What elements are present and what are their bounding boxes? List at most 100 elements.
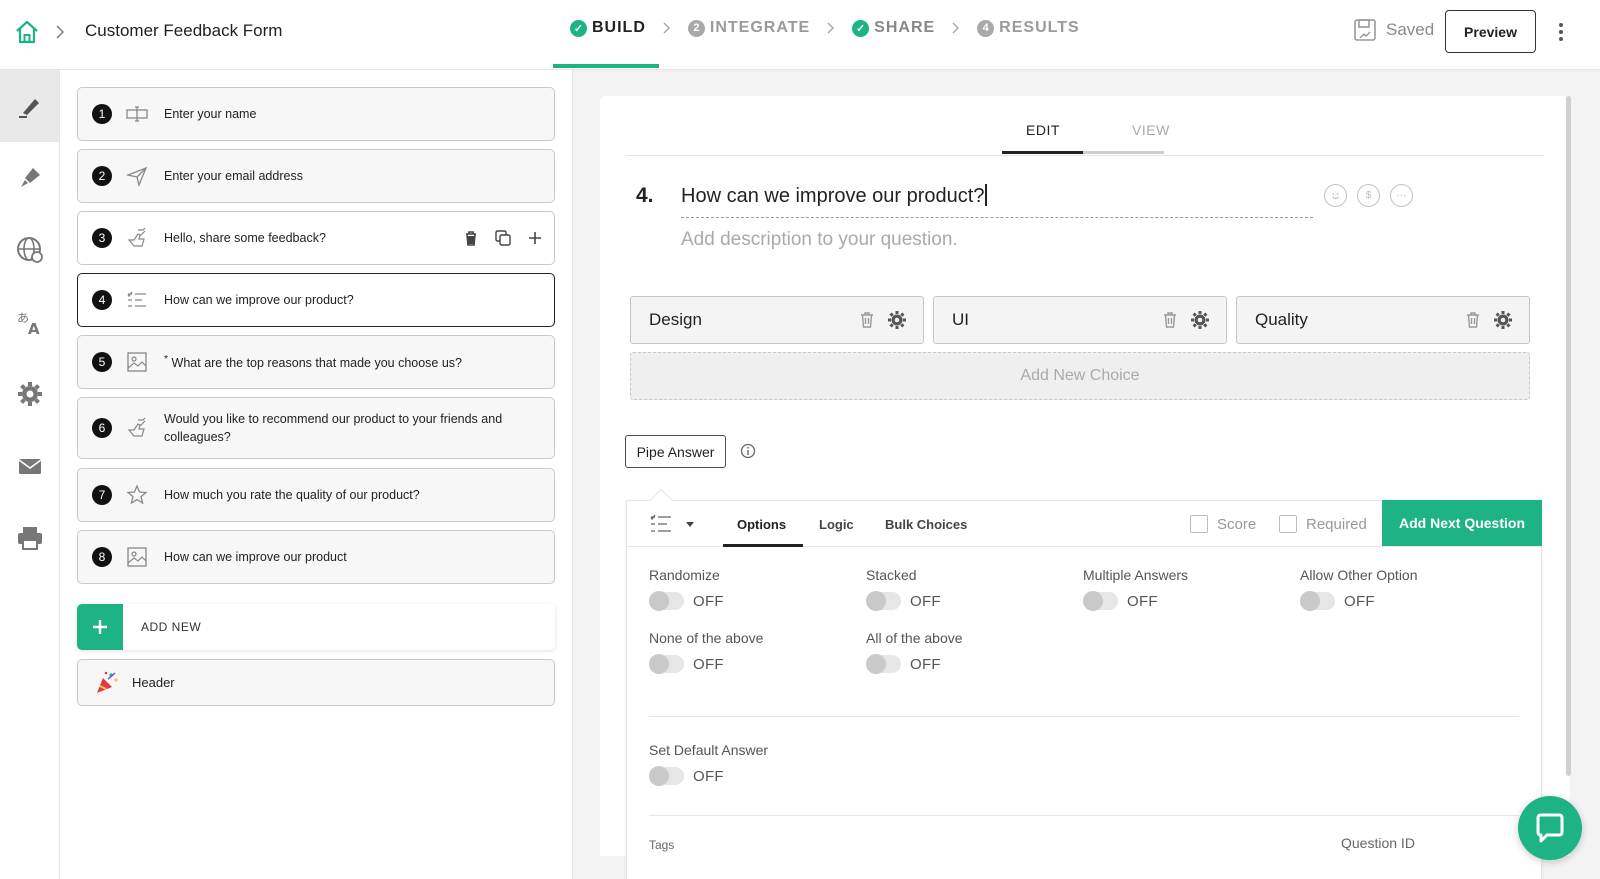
toggle-state: OFF [693,592,724,610]
more-horizontal-icon[interactable]: ··· [1390,184,1413,207]
option-label: None of the above [649,630,764,646]
check-icon: ✓ [852,19,870,37]
question-item-6[interactable]: 6 Would you like to recommend our produc… [77,397,555,459]
top-bar: Customer Feedback Form ✓ BUILD 2 INTEGRA… [0,0,1600,70]
choice-item[interactable]: UI [933,296,1227,344]
toggle-switch[interactable] [649,591,684,611]
question-number-label: 4. [636,184,654,207]
form-title[interactable]: Customer Feedback Form [85,21,282,41]
preview-button[interactable]: Preview [1445,10,1536,53]
option-stacked: Stacked OFF [866,567,941,611]
question-type-picker[interactable] [649,513,695,535]
rail-build[interactable] [0,70,59,142]
toggle-state: OFF [693,767,724,785]
rail-language[interactable] [0,214,59,286]
pipe-answer-button[interactable]: Pipe Answer [625,435,726,468]
add-next-question-button[interactable]: Add Next Question [1382,500,1542,546]
active-step-underline [553,64,659,68]
question-item-5[interactable]: 5 * What are the top reasons that made y… [77,335,555,389]
trash-icon[interactable] [1465,311,1481,329]
tab-logic[interactable]: Logic [819,517,854,532]
question-text: How can we improve our product [164,550,347,564]
more-vertical-icon[interactable] [1556,20,1566,44]
gear-icon[interactable] [1190,310,1210,330]
choice-item[interactable]: Design [630,296,924,344]
toggle-switch[interactable] [1300,591,1335,611]
info-icon[interactable] [740,443,756,459]
header-item[interactable]: Header [77,659,555,706]
image-icon [127,547,147,567]
gear-icon[interactable] [887,310,907,330]
section-divider [649,716,1519,717]
add-new-choice-button[interactable]: Add New Choice [630,352,1530,400]
question-item-1[interactable]: 1 Enter your name [77,87,555,141]
gear-icon[interactable] [1493,310,1513,330]
question-item-3[interactable]: 3 Hello, share some feedback? [77,211,555,265]
list-icon [127,291,146,307]
trash-icon[interactable] [462,229,480,247]
option-label: Stacked [866,567,917,583]
party-popper-icon [97,671,118,693]
trash-icon[interactable] [1162,311,1178,329]
question-item-4[interactable]: 4 How can we improve our product? [77,273,555,327]
rail-settings[interactable] [0,358,59,430]
print-icon [17,527,42,550]
tab-edit[interactable]: EDIT [1026,122,1060,138]
toggle-state: OFF [910,655,941,673]
step-share[interactable]: ✓ SHARE [852,19,935,37]
question-item-7[interactable]: 7 How much you rate the quality of our p… [77,468,555,522]
rail-translate[interactable]: あ A [0,286,59,358]
choice-item[interactable]: Quality [1236,296,1530,344]
send-icon [126,166,148,187]
rail-email[interactable] [0,430,59,502]
star-icon [126,484,148,505]
toggle-switch[interactable] [649,654,684,674]
add-icon[interactable] [526,229,544,247]
question-item-8[interactable]: 8 How can we improve our product [77,530,555,584]
toggle-switch[interactable] [866,654,901,674]
rail-print[interactable] [0,502,59,574]
editor-scrollbar[interactable] [1566,96,1571,776]
required-checkbox[interactable]: Required [1279,515,1367,533]
score-checkbox[interactable]: Score [1190,515,1256,533]
section-divider [649,815,1519,816]
tab-inactive-indicator [1083,151,1164,154]
rail-design[interactable] [0,142,59,214]
chat-support-button[interactable] [1518,796,1582,860]
option-label: Randomize [649,567,720,583]
option-all-of-above: All of the above OFF [866,630,963,674]
saved-label: Saved [1386,20,1435,39]
chevron-right-icon [56,25,65,39]
home-icon[interactable] [14,19,40,45]
step-nav: ✓ BUILD 2 INTEGRATE ✓ SHARE 4 RESULTS [570,19,1080,37]
step-label: RESULTS [999,19,1080,36]
question-item-2[interactable]: 2 Enter your email address [77,149,555,203]
question-text: Would you like to recommend our product … [164,412,503,444]
trash-icon[interactable] [859,311,875,329]
option-allow-other: Allow Other Option OFF [1300,567,1418,611]
required-mark: * [164,354,169,366]
tab-options[interactable]: Options [737,517,786,532]
toggle-switch[interactable] [649,766,684,786]
add-new-question-button[interactable]: ADD NEW [77,604,555,650]
toggle-switch[interactable] [1083,591,1118,611]
tab-bulk-choices[interactable]: Bulk Choices [885,517,967,532]
step-results[interactable]: 4 RESULTS [977,19,1079,37]
question-number: 5 [92,352,112,372]
step-build[interactable]: ✓ BUILD [570,19,646,37]
translate-icon: あ A [17,311,40,337]
toggle-switch[interactable] [866,591,901,611]
chevron-right-icon [952,22,960,34]
dollar-icon[interactable]: $ [1357,184,1380,207]
question-description-input[interactable]: Add description to your question. [681,229,958,251]
duplicate-icon[interactable] [494,229,512,247]
chat-icon [1536,813,1564,843]
emoji-icon[interactable] [1324,184,1347,207]
question-title-input[interactable]: How can we improve our product? [681,184,1313,218]
step-integrate[interactable]: 2 INTEGRATE [687,19,810,37]
step-label: SHARE [874,19,936,36]
question-options-card: Options Logic Bulk Choices Score Require… [626,488,1542,879]
tab-view[interactable]: VIEW [1132,122,1170,138]
tab-active-indicator [1002,151,1083,154]
question-number: 3 [92,228,112,248]
